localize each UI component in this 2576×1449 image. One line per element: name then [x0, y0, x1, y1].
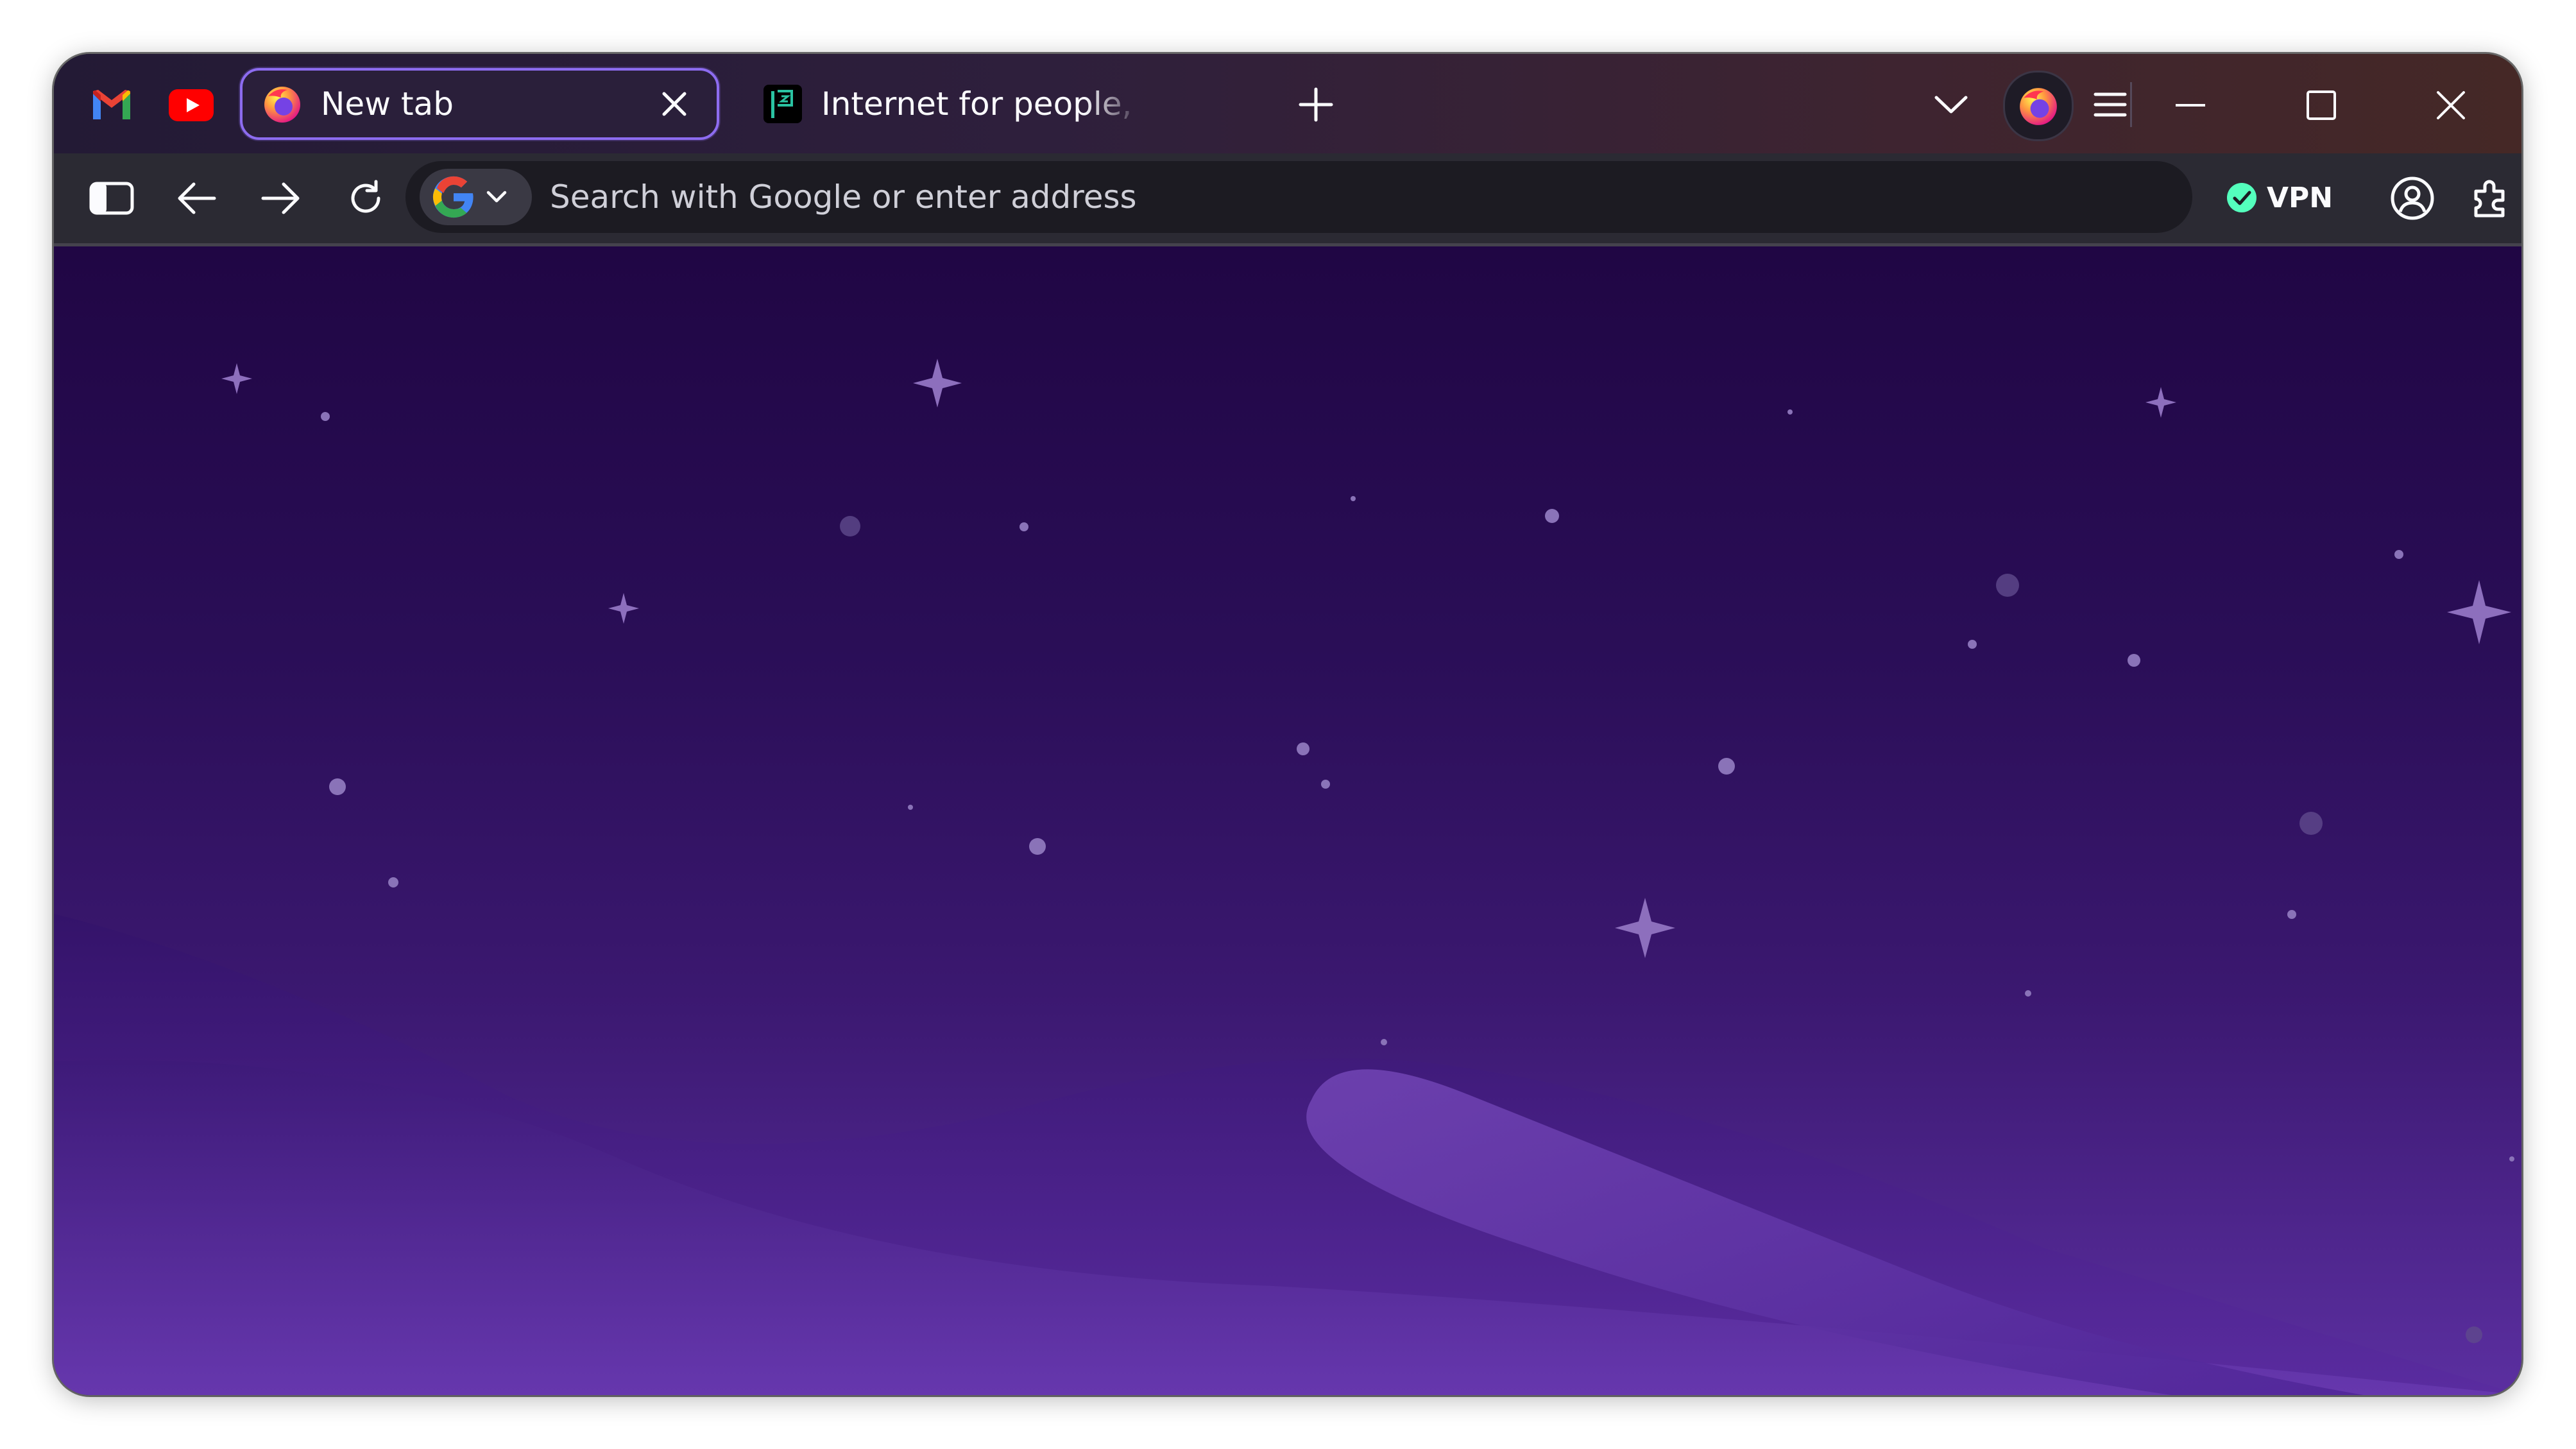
forward-button[interactable]: [257, 174, 305, 223]
close-icon: [2437, 91, 2465, 119]
chevron-down-icon: [486, 191, 507, 203]
navigation-toolbar: VPN: [54, 153, 2521, 246]
back-button[interactable]: [172, 174, 221, 223]
tab-title: New tab: [321, 85, 454, 123]
minimize-icon: [2176, 104, 2205, 107]
url-input[interactable]: [549, 171, 2192, 223]
mozilla-flag-icon: [762, 83, 803, 124]
puzzle-icon: [2474, 180, 2505, 218]
reload-button[interactable]: [341, 174, 390, 223]
account-icon: [2391, 176, 2434, 220]
maximize-icon: [2307, 90, 2336, 120]
check-circle-icon: [2227, 183, 2256, 212]
tab-title: Internet for people, not profit: [821, 85, 1142, 123]
reload-icon: [351, 180, 380, 213]
sidebar-icon: [89, 182, 134, 215]
close-tab-icon[interactable]: [655, 85, 694, 123]
vpn-button[interactable]: VPN: [2226, 175, 2333, 221]
firefox-account-button[interactable]: [2003, 71, 2074, 141]
plus-icon: [1299, 87, 1333, 122]
search-engine-selector[interactable]: [420, 169, 532, 225]
firefox-icon: [262, 83, 303, 124]
google-icon: [432, 176, 473, 218]
night-sky-illustration: [54, 359, 2521, 1395]
forward-arrow-icon: [261, 182, 300, 214]
browser-window: New tab Internet for people, not profit: [54, 54, 2521, 1395]
new-tab-page: [54, 246, 2521, 1395]
gmail-icon: [93, 90, 130, 119]
back-arrow-icon: [178, 182, 216, 214]
maximize-button[interactable]: [2283, 73, 2360, 137]
minimize-button[interactable]: [2152, 73, 2229, 137]
tab-strip: New tab Internet for people, not profit: [54, 54, 2521, 153]
extensions-button[interactable]: [2466, 173, 2518, 224]
vpn-label: VPN: [2267, 181, 2333, 214]
firefox-icon: [2020, 88, 2057, 125]
sidebar-button[interactable]: [87, 174, 136, 223]
hamburger-menu-icon: [2094, 92, 2127, 117]
youtube-icon: [169, 89, 214, 121]
tab-mozilla[interactable]: Internet for people, not profit: [743, 68, 1205, 140]
pinned-tab-youtube[interactable]: [167, 81, 216, 130]
app-menu-button[interactable]: [2088, 82, 2133, 127]
account-button[interactable]: [2387, 173, 2438, 224]
pinned-tab-gmail[interactable]: [87, 81, 136, 130]
tab-new-tab[interactable]: New tab: [240, 68, 719, 140]
close-window-button[interactable]: [2412, 73, 2489, 137]
toolbar-divider: [2130, 82, 2132, 127]
new-tab-button[interactable]: [1293, 82, 1338, 127]
chevron-down-icon: [1934, 96, 1968, 114]
list-all-tabs-button[interactable]: [1929, 82, 1974, 127]
address-bar[interactable]: [405, 161, 2192, 233]
